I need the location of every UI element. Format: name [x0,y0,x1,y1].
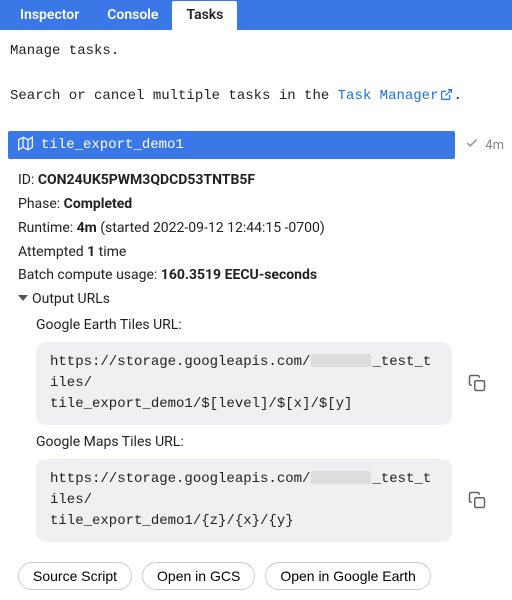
copy-button-gm[interactable] [460,483,494,517]
tab-tasks[interactable]: Tasks [172,1,237,30]
map-icon [18,136,33,155]
tab-console[interactable]: Console [93,1,172,30]
attempted-label-a: Attempted [18,244,87,260]
intro-line2a: Search or cancel multiple tasks in the [10,88,338,104]
gm-url-value: https://storage.googleapis.com/_test_til… [36,459,452,542]
attempted-count: 1 [87,244,95,260]
intro-line1: Manage tasks. [10,40,502,62]
open-google-earth-button[interactable]: Open in Google Earth [265,562,430,590]
gm-url-label: Google Maps Tiles URL: [36,431,494,455]
output-urls-toggle[interactable]: Output URLs [18,288,494,312]
task-title: tile_export_demo1 [41,137,184,153]
tabs-bar: Inspector Console Tasks [0,0,512,30]
attempted-label-b: time [95,244,126,260]
task-manager-link[interactable]: Task Manager [338,88,454,104]
phase-value: Completed [64,196,133,212]
id-label: ID: [18,172,38,188]
intro-text: Manage tasks. Search or cancel multiple … [0,30,512,113]
runtime-label: Runtime: [18,220,77,236]
ge-url-label: Google Earth Tiles URL: [36,314,494,338]
intro-line2b: . [453,88,461,104]
redacted-text [311,471,371,484]
batch-value: 160.3519 EECU-seconds [161,267,317,283]
output-urls-label: Output URLs [32,291,110,307]
task-duration: 4m [485,138,504,153]
external-link-icon [440,87,453,109]
check-icon [465,136,479,154]
task-meta: 4m [455,136,512,154]
task-header[interactable]: tile_export_demo1 [8,131,455,159]
runtime-value: 4m [77,220,97,236]
tab-inspector[interactable]: Inspector [6,1,93,30]
source-script-button[interactable]: Source Script [18,562,132,590]
open-gcs-button[interactable]: Open in GCS [142,562,255,590]
task-details: ID: CON24UK5PWM3QDCD53TNTB5F Phase: Comp… [0,159,512,555]
id-value: CON24UK5PWM3QDCD53TNTB5F [38,172,255,188]
caret-down-icon [18,295,28,301]
batch-label: Batch compute usage: [18,267,161,283]
action-row: Source Script Open in GCS Open in Google… [0,556,512,600]
redacted-text [311,354,371,367]
ge-url-value: https://storage.googleapis.com/_test_til… [36,342,452,425]
phase-label: Phase: [18,196,64,212]
copy-button-ge[interactable] [460,366,494,400]
runtime-started: (started 2022-09-12 12:44:15 -0700) [97,220,325,236]
